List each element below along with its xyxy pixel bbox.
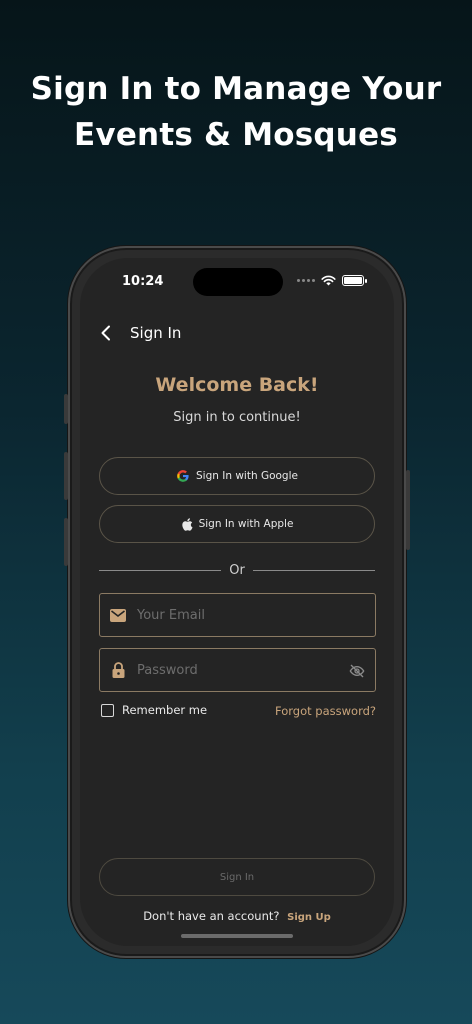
sign-in-button[interactable]: Sign In [99, 858, 375, 896]
sign-up-link[interactable]: Sign Up [287, 912, 331, 923]
email-field[interactable]: Your Email [99, 593, 376, 637]
signup-prompt: Don't have an account? [143, 909, 280, 923]
signup-row: Don't have an account? Sign Up [80, 909, 394, 923]
divider-label: Or [229, 562, 245, 578]
password-field[interactable]: Password [99, 648, 376, 692]
phone-volume-down-button [64, 518, 68, 566]
apple-icon [181, 517, 193, 531]
email-placeholder: Your Email [137, 607, 205, 623]
eye-off-icon[interactable] [349, 663, 365, 679]
google-sign-in-button[interactable]: Sign In with Google [99, 457, 375, 495]
remember-me-label: Remember me [122, 703, 208, 717]
remember-me[interactable]: Remember me [101, 703, 207, 717]
divider-line-right [252, 569, 376, 571]
headline-line-2: Events & Mosques [74, 117, 398, 153]
battery-icon [342, 275, 367, 286]
forgot-password-link[interactable]: Forgot password? [275, 704, 376, 718]
signal-dots-icon [297, 279, 315, 282]
wifi-icon [321, 275, 336, 286]
welcome-subtitle: Sign in to continue! [173, 410, 301, 425]
status-time: 10:24 [122, 274, 164, 289]
dynamic-island [193, 268, 283, 296]
navigation-bar: Sign In [94, 318, 181, 348]
nav-title: Sign In [130, 324, 182, 342]
status-icons [297, 275, 367, 286]
google-icon [177, 470, 189, 482]
mail-icon [109, 606, 127, 624]
lock-icon [109, 661, 127, 679]
apple-sign-in-button[interactable]: Sign In with Apple [99, 505, 375, 543]
marketing-headline: Sign In to Manage Your Events & Mosques [0, 66, 472, 158]
chevron-left-icon[interactable] [94, 321, 118, 345]
home-indicator[interactable] [181, 934, 293, 938]
headline-line-1: Sign In to Manage Your [30, 71, 442, 107]
google-button-label: Sign In with Google [196, 470, 298, 482]
password-placeholder: Password [137, 662, 198, 678]
phone-volume-up-button [64, 452, 68, 500]
divider-line-left [99, 569, 222, 571]
remember-me-checkbox[interactable] [101, 703, 114, 717]
phone-power-button [406, 470, 410, 550]
welcome-title: Welcome Back! [155, 374, 319, 396]
phone-action-button [64, 394, 68, 424]
or-divider: Or [99, 562, 376, 578]
phone-frame: 10:24 Sign In Welcome Back! Sign in to c… [64, 246, 410, 958]
phone-screen: 10:24 Sign In Welcome Back! Sign in to c… [80, 258, 394, 946]
apple-button-label: Sign In with Apple [198, 518, 294, 530]
